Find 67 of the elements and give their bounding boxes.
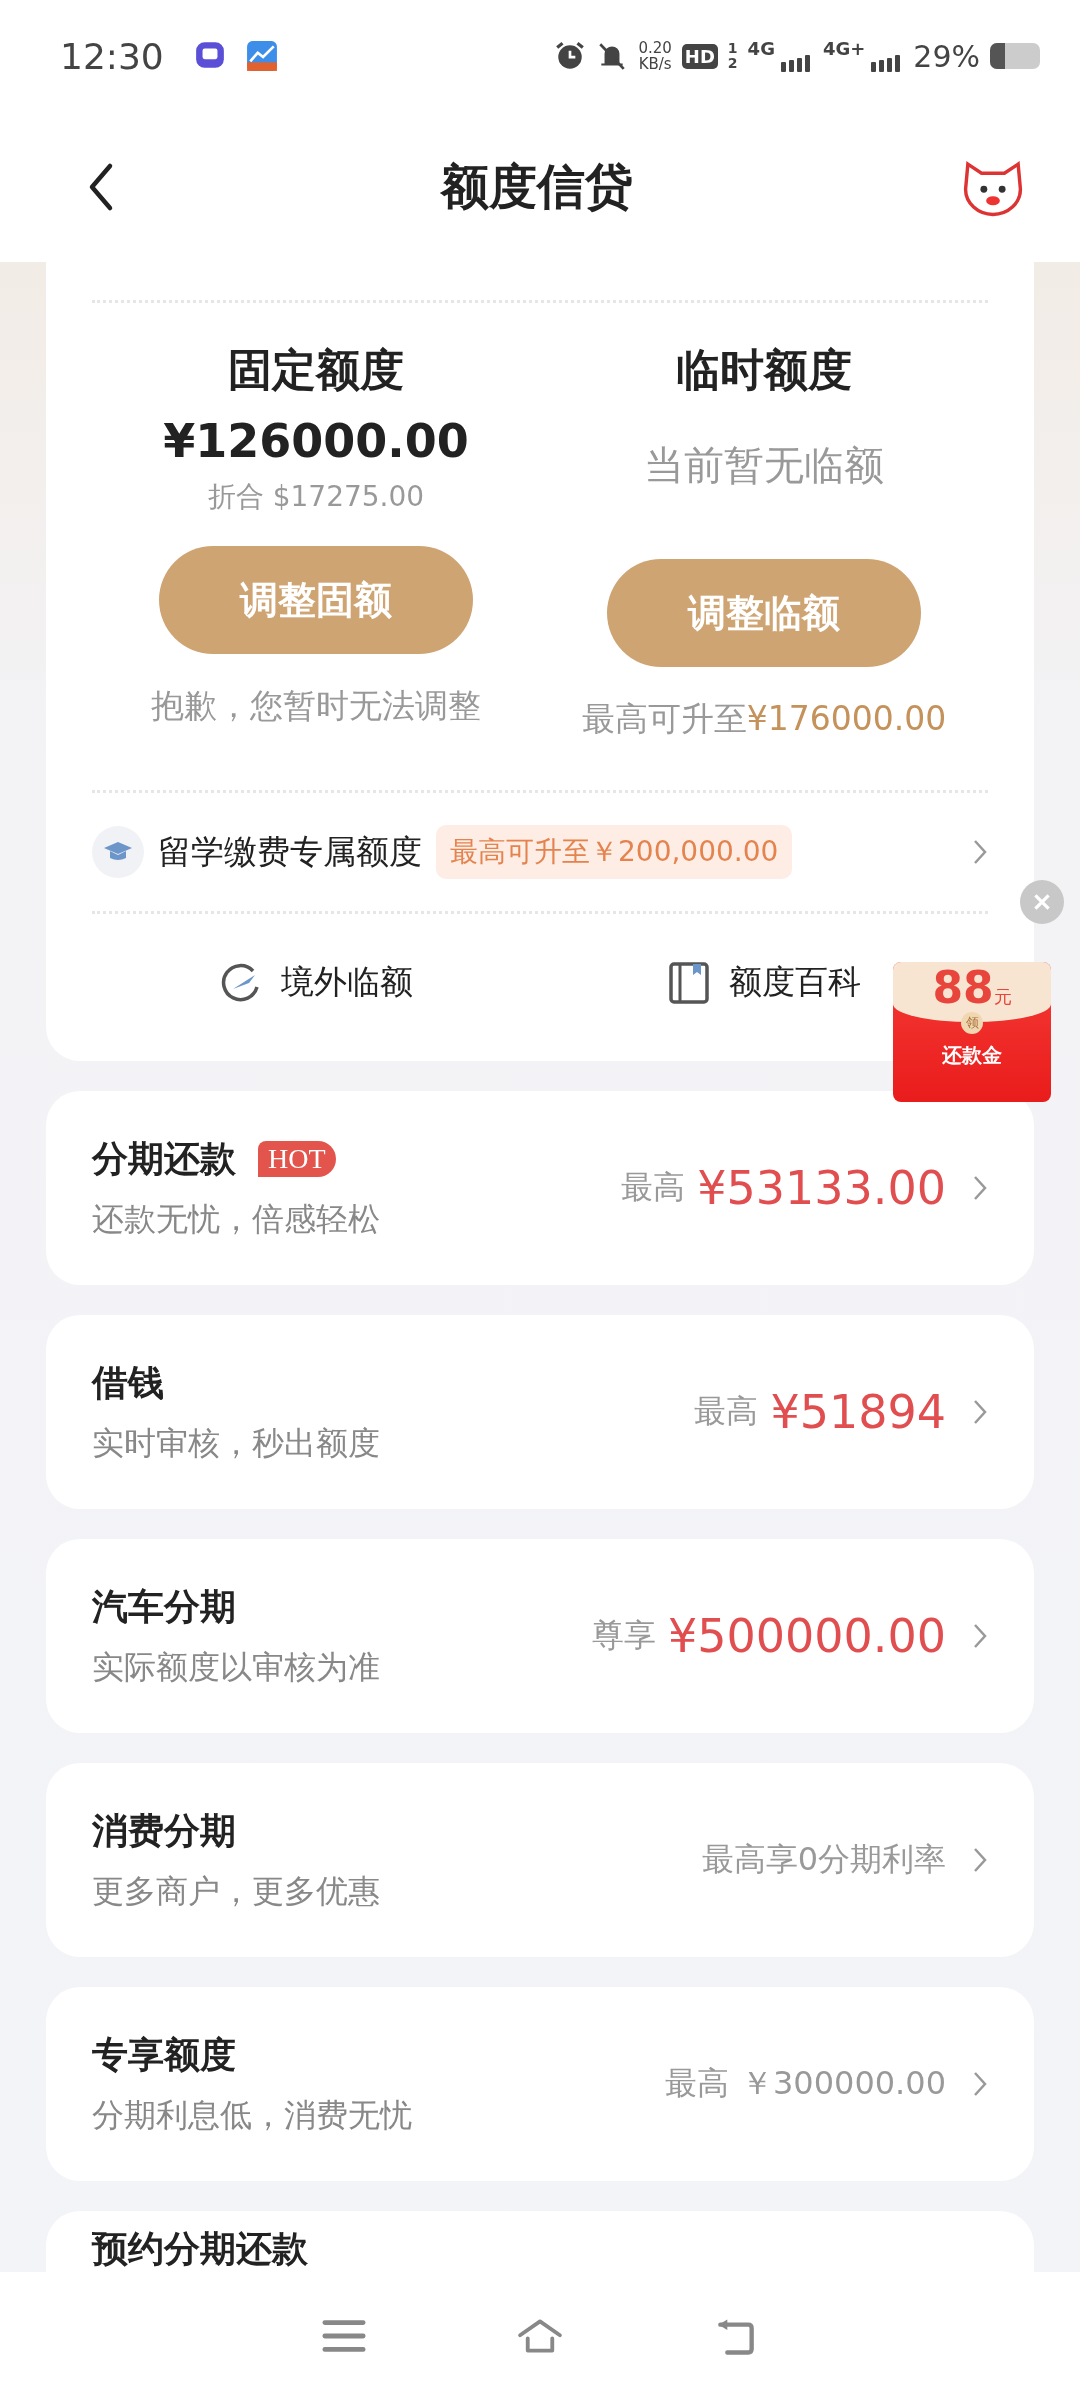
amount-prefix: 最高 (664, 2063, 729, 2104)
amount-prefix: 最高 (621, 1167, 686, 1208)
quota-title: 临时额度 (676, 343, 852, 397)
product-subtitle: 还款无忧，倍感轻松 (92, 1198, 380, 1240)
product-title: 分期还款 (92, 1136, 236, 1181)
signal-icon (778, 52, 813, 72)
battery-icon (990, 43, 1040, 69)
product-subtitle: 实际额度以审核为准 (92, 1646, 380, 1688)
product-card[interactable]: 分期还款 HOT 还款无忧，倍感轻松 最高 ¥53133.00 (46, 1091, 1034, 1285)
product-amount: 最高享0分期利率 (701, 1839, 946, 1880)
study-quota-badge: 最高可升至￥200,000.00 (436, 825, 793, 879)
shortcut-item[interactable]: 额度百科 (667, 960, 861, 1005)
product-title: 借钱 (92, 1360, 164, 1405)
claim-seal: 领 (961, 1012, 983, 1034)
page-title: 额度信贷 (441, 157, 633, 216)
quota-note: 抱歉，您暂时无法调整 (151, 685, 481, 727)
network-type: 4G (747, 38, 775, 59)
sim-number: 1 (727, 41, 738, 56)
promo-unit: 元 (993, 985, 1012, 1009)
hot-tag: HOT (258, 1141, 336, 1177)
status-time: 12:30 (60, 35, 164, 77)
promo-label: 还款金 (942, 1042, 1002, 1069)
product-amount: ¥500000.00 (667, 1609, 946, 1663)
chevron-right-icon (972, 1174, 988, 1202)
product-title: 专享额度 (92, 2032, 236, 2077)
chevron-right-icon (972, 838, 988, 866)
cash-reward-packet[interactable]: 88 元 领 还款金 (893, 962, 1051, 1102)
speed-unit: KB/s (638, 56, 672, 72)
chart-app-icon (245, 40, 278, 72)
network-type: 4G+ (822, 38, 866, 59)
quota-amount: ¥126000.00 (163, 414, 469, 468)
close-icon (1031, 891, 1053, 913)
product-card[interactable]: 专享额度 分期利息低，消费无忧 最高 ￥300000.00 (46, 1987, 1034, 2181)
study-quota-row[interactable]: 留学缴费专属额度 最高可升至￥200,000.00 (92, 793, 988, 911)
product-subtitle: 实时审核，秒出额度 (92, 1422, 380, 1464)
hd-badge: HD (681, 43, 718, 69)
product-amount: ¥51894 (770, 1385, 946, 1439)
study-quota-label: 留学缴费专属额度 (158, 830, 422, 873)
quota-title: 固定额度 (228, 343, 404, 397)
chevron-right-icon (972, 1622, 988, 1650)
product-subtitle: 分期利息低，消费无忧 (92, 2094, 412, 2136)
sim-number: 2 (727, 56, 738, 71)
product-title: 消费分期 (92, 1808, 236, 1853)
amount-prefix: 尊享 (591, 1615, 656, 1656)
promo-amount: 88 (932, 962, 994, 1013)
product-card[interactable]: 借钱 实时审核，秒出额度 最高 ¥51894 (46, 1315, 1034, 1509)
chevron-right-icon (972, 1846, 988, 1874)
book-icon (667, 960, 711, 1005)
product-subtitle: 更多商户，更多优惠 (92, 1870, 380, 1912)
converted-amount: 折合 $17275.00 (207, 479, 425, 515)
product-title: 汽车分期 (92, 1584, 236, 1629)
product-card[interactable]: 汽车分期 实际额度以审核为准 尊享 ¥500000.00 (46, 1539, 1034, 1733)
amount-prefix: 最高 (694, 1391, 759, 1432)
alarm-icon (554, 40, 587, 72)
chevron-right-icon (972, 1398, 988, 1426)
graduation-cap-icon (92, 826, 144, 878)
product-card[interactable]: 消费分期 更多商户，更多优惠 最高享0分期利率 (46, 1763, 1034, 1957)
product-card[interactable]: 预约分期还款 (46, 2211, 1034, 2272)
quota-note: 最高可升至¥176000.00 (581, 698, 947, 740)
product-title: 预约分期还款 (92, 2227, 308, 2271)
chevron-right-icon (972, 2070, 988, 2098)
product-amount: ￥300000.00 (740, 2063, 946, 2104)
battery-percent: 29% (913, 38, 980, 74)
quota-status: 当前暂无临额 (644, 441, 884, 490)
shortcut-item[interactable]: 境外临额 (219, 960, 413, 1005)
network-speed: 0.20 (638, 40, 672, 56)
product-amount: ¥53133.00 (697, 1161, 946, 1215)
